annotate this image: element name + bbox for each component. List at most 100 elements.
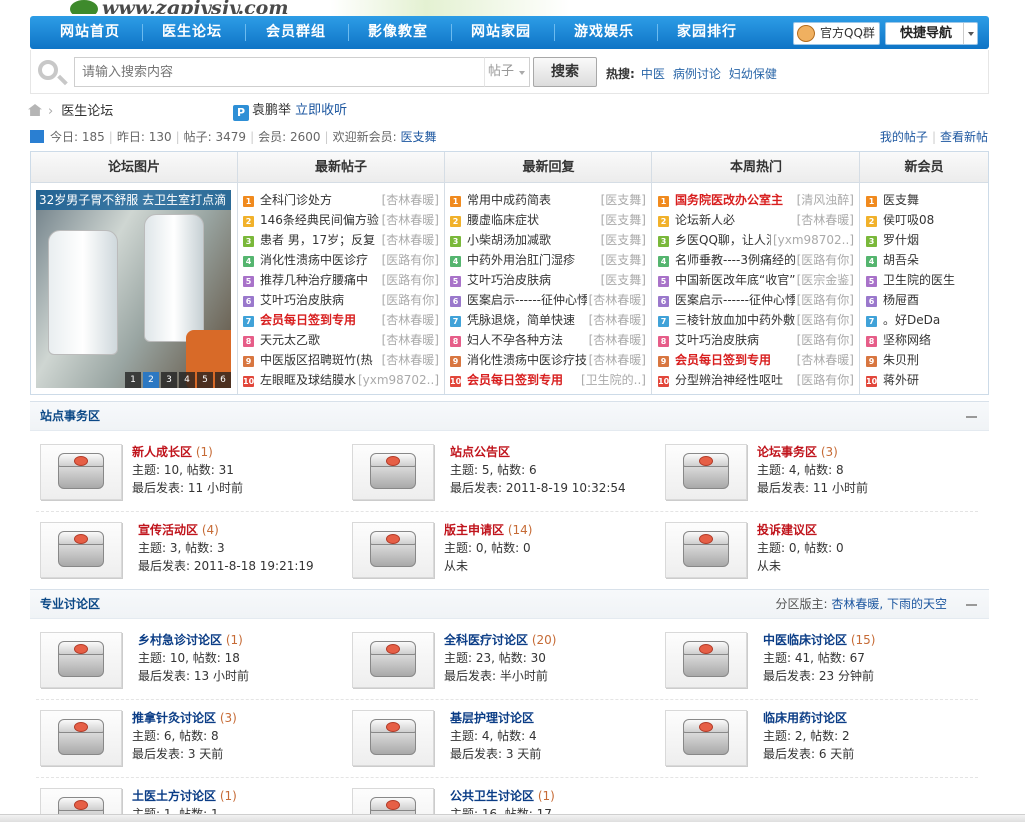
member-name[interactable]: 医支舞 <box>883 193 919 207</box>
post-title[interactable]: 会员每日签到专用 <box>467 373 563 387</box>
post-author[interactable]: [杏林春暖] <box>586 330 646 350</box>
forum-name[interactable]: 新人成长区 (1) <box>132 444 213 460</box>
post-title[interactable]: 凭脉退烧，简单快速 <box>467 313 575 327</box>
post-title[interactable]: 中国新医改年底“收官” <box>675 273 795 287</box>
post-title[interactable]: 艾叶巧治皮肤病 <box>675 333 759 347</box>
forum-box-icon[interactable] <box>40 444 122 500</box>
post-author[interactable]: [杏林春暖] <box>379 210 439 230</box>
nav-games[interactable]: 游戏娱乐 <box>574 16 634 49</box>
post-title[interactable]: 小柴胡汤加减歌 <box>467 233 551 247</box>
post-author[interactable]: [杏林春暖] <box>586 350 646 370</box>
moderator-links[interactable]: 杏林春暖, 下雨的天空 <box>831 597 947 611</box>
post-title[interactable]: 常用中成药简表 <box>467 193 551 207</box>
list-item[interactable]: 4 消化性溃疡中医诊疗 [医路有你] <box>243 250 439 270</box>
nav-home[interactable]: 网站首页 <box>60 16 120 49</box>
forum-name[interactable]: 论坛事务区 (3) <box>757 444 838 460</box>
list-item[interactable]: 3 乡医QQ聊，让人泪 [yxm98702..] <box>658 230 854 250</box>
post-title[interactable]: 艾叶巧治皮肤病 <box>467 273 551 287</box>
list-item[interactable]: 10 蒋外研 <box>866 370 984 390</box>
forum-name[interactable]: 投诉建议区 <box>757 522 817 538</box>
post-author[interactable]: [杏林春暖] <box>379 350 439 370</box>
forum-box-icon[interactable] <box>40 710 122 766</box>
post-title[interactable]: 左眼眶及球结膜水 <box>260 373 356 387</box>
post-title[interactable]: 论坛新人必 <box>675 213 735 227</box>
list-item[interactable]: 6 医案启示------征仲心悸 [医路有你] <box>658 290 854 310</box>
section-title[interactable]: 站点事务区 <box>40 402 100 431</box>
forum-box-icon[interactable] <box>352 710 434 766</box>
post-title[interactable]: 全科门诊处方 <box>260 193 332 207</box>
forum-box-icon[interactable] <box>40 522 122 578</box>
list-item[interactable]: 10 分型辨治神经性呕吐 [医路有你] <box>658 370 854 390</box>
post-title[interactable]: 146条经典民间偏方验 <box>260 213 379 227</box>
post-author[interactable]: [医宗金鉴] <box>794 270 854 290</box>
breadcrumb-current[interactable]: 医生论坛 <box>61 104 113 119</box>
forum-name[interactable]: 推拿针灸讨论区 (3) <box>132 710 237 726</box>
member-name[interactable]: 胡吾朵 <box>883 253 919 267</box>
nav-site-home[interactable]: 网站家园 <box>471 16 531 49</box>
nav-imaging-classroom[interactable]: 影像教室 <box>368 16 428 49</box>
list-item[interactable]: 7 会员每日签到专用 [杏林春暖] <box>243 310 439 330</box>
post-title[interactable]: 腰虚临床症状 <box>467 213 539 227</box>
post-author[interactable]: [医路有你] <box>794 330 854 350</box>
list-item[interactable]: 6 医案启示------征仲心悸 [杏林春暖] <box>450 290 646 310</box>
forum-box-icon[interactable] <box>352 444 434 500</box>
post-title[interactable]: 医案启示------征仲心悸 <box>675 293 797 307</box>
forum-box-icon[interactable] <box>665 444 747 500</box>
forum-box-icon[interactable] <box>40 632 122 688</box>
member-name[interactable]: 卫生院的医生 <box>883 273 955 287</box>
my-posts-link[interactable]: 我的帖子 <box>880 130 928 144</box>
nav-ranking[interactable]: 家园排行 <box>677 16 737 49</box>
slide-page-button[interactable]: 6 <box>215 372 231 388</box>
list-item[interactable]: 8 天元太乙歌 [杏林春暖] <box>243 330 439 350</box>
post-title[interactable]: 国务院医改办公室主 <box>675 193 783 207</box>
forum-name[interactable]: 宣传活动区 (4) <box>138 522 219 538</box>
post-author[interactable]: [医支舞] <box>598 250 646 270</box>
post-title[interactable]: 名师垂教----3例痛经的 <box>675 253 796 267</box>
forum-name[interactable]: 土医土方讨论区 (1) <box>132 788 237 804</box>
list-item[interactable]: 8 妇人不孕各种方法 [杏林春暖] <box>450 330 646 350</box>
list-item[interactable]: 2 146条经典民间偏方验 [杏林春暖] <box>243 210 439 230</box>
list-item[interactable]: 7 三棱针放血加中药外敷 [医路有你] <box>658 310 854 330</box>
post-author[interactable]: [医支舞] <box>598 270 646 290</box>
forum-name[interactable]: 中医临床讨论区 (15) <box>763 632 875 648</box>
quick-nav-button[interactable]: 快捷导航 <box>885 22 978 45</box>
post-title[interactable]: 三棱针放血加中药外敷 <box>675 313 795 327</box>
post-title[interactable]: 妇人不孕各种方法 <box>467 333 563 347</box>
post-author[interactable]: [杏林春暖] <box>379 310 439 330</box>
post-title[interactable]: 天元太乙歌 <box>260 333 320 347</box>
post-title[interactable]: 消化性溃疡中医诊疗技 <box>467 353 587 367</box>
member-name[interactable]: 坚称网络 <box>883 333 931 347</box>
section-title[interactable]: 专业讨论区 <box>40 590 100 619</box>
list-item[interactable]: 2 论坛新人必 [杏林春暖] <box>658 210 854 230</box>
list-item[interactable]: 1 医支舞 <box>866 190 984 210</box>
slide-page-button[interactable]: 1 <box>125 372 141 388</box>
member-name[interactable]: 。好DeDa <box>883 313 940 327</box>
list-item[interactable]: 4 名师垂教----3例痛经的 [医路有你] <box>658 250 854 270</box>
new-posts-link[interactable]: 查看新帖 <box>940 130 988 144</box>
list-item[interactable]: 6 艾叶巧治皮肤病 [医路有你] <box>243 290 439 310</box>
post-author[interactable]: [清风浊醉] <box>794 190 854 210</box>
search-button[interactable]: 搜索 <box>533 57 597 87</box>
forum-name[interactable]: 基层护理讨论区 <box>450 710 534 726</box>
list-item[interactable]: 2 腰虚临床症状 [医支舞] <box>450 210 646 230</box>
post-author[interactable]: [医支舞] <box>598 230 646 250</box>
list-item[interactable]: 1 国务院医改办公室主 [清风浊醉] <box>658 190 854 210</box>
post-title[interactable]: 中医版区招聘斑竹(热 <box>260 353 373 367</box>
post-author[interactable]: [医路有你] <box>379 290 439 310</box>
slide-page-button[interactable]: 3 <box>161 372 177 388</box>
member-name[interactable]: 朱贝刑 <box>883 353 919 367</box>
collapse-icon[interactable] <box>966 416 977 418</box>
list-item[interactable]: 5 中国新医改年底“收官” [医宗金鉴] <box>658 270 854 290</box>
nav-member-groups[interactable]: 会员群组 <box>266 16 326 49</box>
slide-page-button[interactable]: 2 <box>143 372 159 388</box>
post-author[interactable]: [杏林春暖] <box>379 330 439 350</box>
post-author[interactable]: [医路有你] <box>379 250 439 270</box>
search-input[interactable] <box>74 57 484 87</box>
list-item[interactable]: 9 中医版区招聘斑竹(热 [杏林春暖] <box>243 350 439 370</box>
list-item[interactable]: 1 常用中成药简表 [医支舞] <box>450 190 646 210</box>
forum-name[interactable]: 站点公告区 <box>450 444 510 460</box>
horizontal-scrollbar[interactable] <box>0 814 1025 822</box>
list-item[interactable]: 8 艾叶巧治皮肤病 [医路有你] <box>658 330 854 350</box>
hot-term[interactable]: 中医 <box>641 67 665 81</box>
post-title[interactable]: 艾叶巧治皮肤病 <box>260 293 344 307</box>
